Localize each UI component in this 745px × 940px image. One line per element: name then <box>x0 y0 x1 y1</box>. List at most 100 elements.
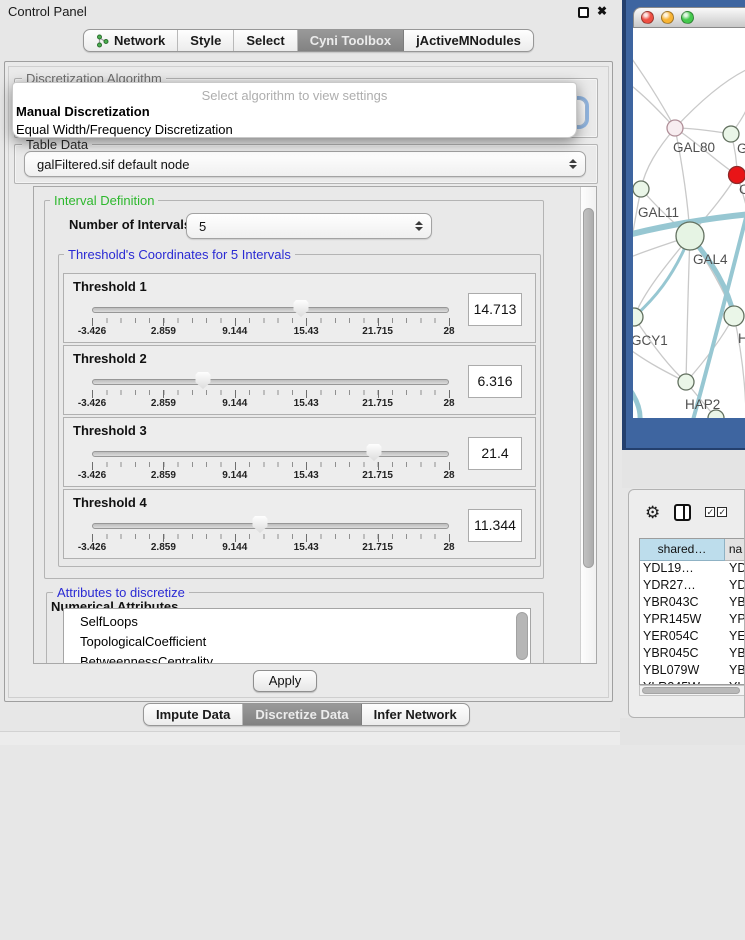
network-graph: GAL80 G C GAL11 GAL4 GCY1 H HAP2 <box>633 28 745 418</box>
tab-infer-network[interactable]: Infer Network <box>362 704 469 725</box>
thresholds-group-title: Threshold's Coordinates for 5 Intervals <box>64 247 295 262</box>
tab-cyni-toolbox[interactable]: Cyni Toolbox <box>298 30 404 51</box>
popup-item-equal-width-frequency[interactable]: Equal Width/Frequency Discretization <box>16 122 566 137</box>
node-label-c: C <box>739 182 745 197</box>
node-g[interactable] <box>723 126 739 142</box>
table-data-group-title: Table Data <box>22 137 92 152</box>
threshold-1-slider-track[interactable] <box>92 307 449 313</box>
combo-arrows-icon <box>414 221 423 231</box>
tab-style[interactable]: Style <box>178 30 234 51</box>
table-row[interactable]: YBL079W YBL0 <box>640 663 745 680</box>
float-window-icon[interactable] <box>578 7 589 18</box>
close-icon[interactable]: ✖ <box>597 4 607 18</box>
network-canvas[interactable]: GAL80 G C GAL11 GAL4 GCY1 H HAP2 <box>633 28 745 418</box>
list-item-topologicalcoefficient[interactable]: TopologicalCoefficient <box>64 632 530 652</box>
node-red-selected[interactable] <box>729 167 745 184</box>
list-item-betweennesscentrality[interactable]: BetweennessCentrality <box>64 652 530 664</box>
control-panel-titlebar: Control Panel ✖ <box>0 0 617 24</box>
table-row[interactable]: YBR043C YBR0 <box>640 595 745 612</box>
threshold-4-title: Threshold 4 <box>73 495 147 510</box>
control-panel-title: Control Panel <box>8 4 87 19</box>
slider-tick-labels: -3.426 2.859 9.144 15.43 21.715 28 <box>92 542 449 554</box>
node-hap2[interactable] <box>678 374 694 390</box>
tab-impute-data[interactable]: Impute Data <box>144 704 243 725</box>
table-data-combobox[interactable]: galFiltered.sif default node <box>24 151 586 177</box>
table-row[interactable]: YBR045C YBR0 <box>640 646 745 663</box>
table-horizontal-scrollbar-thumb[interactable] <box>642 687 740 694</box>
table-row[interactable]: YDL19… YDL1 <box>640 561 745 578</box>
network-icon <box>96 34 109 48</box>
apply-button[interactable]: Apply <box>253 670 317 692</box>
gear-icon[interactable]: ⚙ <box>645 504 660 521</box>
tab-network-label: Network <box>114 33 165 48</box>
threshold-4-slider-handle[interactable] <box>253 516 268 533</box>
settings-scrollbar-track[interactable] <box>580 187 596 663</box>
threshold-1-panel: Threshold 1 -3.426 2.859 9.144 15.43 21.… <box>63 273 536 343</box>
node-gal11[interactable] <box>633 181 649 197</box>
threshold-3-slider-track[interactable] <box>92 451 449 457</box>
checkbox-icons[interactable]: ✓✓ <box>705 507 727 517</box>
settings-scrollbar-thumb[interactable] <box>583 208 594 568</box>
tab-discretize-data[interactable]: Discretize Data <box>243 704 361 725</box>
lower-right-background <box>620 718 745 745</box>
bottom-tab-bar: Impute Data Discretize Data Infer Networ… <box>143 703 470 726</box>
threshold-3-slider-handle[interactable] <box>367 444 382 461</box>
tab-jactivemnodules[interactable]: jActiveMNodules <box>404 30 533 51</box>
column-header-shared-name[interactable]: shared… <box>640 539 725 561</box>
slider-tick-labels: -3.426 2.859 9.144 15.43 21.715 28 <box>92 470 449 482</box>
threshold-2-slider-track[interactable] <box>92 379 449 385</box>
list-item-selfloops[interactable]: SelfLoops <box>64 612 530 632</box>
table-horizontal-scrollbar[interactable] <box>639 685 745 696</box>
popup-item-manual-discretization[interactable]: Manual Discretization <box>16 104 566 119</box>
threshold-1-value-field[interactable]: 14.713 <box>468 293 522 326</box>
columns-icon[interactable] <box>674 504 691 521</box>
table-panel-container: ⚙ ✓✓ shared… na YDL19… YDL1 YDR27… YDR2 … <box>628 489 745 718</box>
checkbox-icon[interactable]: ✓ <box>705 507 715 517</box>
number-of-intervals-label: Number of Intervals <box>69 217 191 232</box>
table-row[interactable]: YER054C YER0 <box>640 629 745 646</box>
close-traffic-light-icon[interactable] <box>641 11 654 24</box>
numerical-attributes-list: SelfLoops TopologicalCoefficient Between… <box>63 608 531 664</box>
threshold-2-value-field[interactable]: 6.316 <box>468 365 522 398</box>
node-h[interactable] <box>724 306 744 326</box>
slider-major-ticks <box>92 534 450 542</box>
zoom-traffic-light-icon[interactable] <box>681 11 694 24</box>
table-row[interactable]: YPR145W YPR1 <box>640 612 745 629</box>
tab-select[interactable]: Select <box>234 30 297 51</box>
slider-major-ticks <box>92 390 450 398</box>
slider-major-ticks <box>92 318 450 326</box>
threshold-3-value-field[interactable]: 21.4 <box>468 437 522 470</box>
threshold-2-slider-handle[interactable] <box>196 372 211 389</box>
checkbox-icon[interactable]: ✓ <box>717 507 727 517</box>
number-of-intervals-value: 5 <box>187 219 414 234</box>
threshold-4-panel: Threshold 4 -3.426 2.859 9.144 15.43 21.… <box>63 489 536 559</box>
attributes-list-scrollbar[interactable] <box>516 612 528 660</box>
node-gal80[interactable] <box>667 120 683 136</box>
node-label-hap2: HAP2 <box>685 397 720 412</box>
combo-arrows-icon <box>568 159 577 169</box>
attributes-group-title: Attributes to discretize <box>53 585 189 600</box>
node-label-h: H <box>738 331 745 346</box>
threshold-4-slider-track[interactable] <box>92 523 449 529</box>
top-tab-bar: Network Style Select Cyni Toolbox jActiv… <box>83 29 534 52</box>
node-gal4[interactable] <box>676 222 704 250</box>
minimize-traffic-light-icon[interactable] <box>661 11 674 24</box>
slider-major-ticks <box>92 462 450 470</box>
threshold-3-panel: Threshold 3 -3.426 2.859 9.144 15.43 21.… <box>63 417 536 487</box>
node-label-g: G <box>737 141 745 156</box>
interval-definition-group-title: Interval Definition <box>50 193 158 208</box>
column-header-name[interactable]: na <box>725 539 745 561</box>
table-row[interactable]: YDR27… YDR2 <box>640 578 745 595</box>
tab-network[interactable]: Network <box>84 30 178 51</box>
threshold-1-slider-handle[interactable] <box>294 300 309 317</box>
network-window-titlebar[interactable] <box>633 7 745 28</box>
threshold-2-panel: Threshold 2 -3.426 2.859 9.144 15.43 21.… <box>63 345 536 415</box>
table-data-combobox-value: galFiltered.sif default node <box>25 157 568 172</box>
number-of-intervals-combobox[interactable]: 5 <box>186 213 432 239</box>
settings-scrollpane: Interval Definition Number of Intervals … <box>33 186 597 664</box>
table-panel-toolbar: ⚙ ✓✓ <box>629 490 744 534</box>
node-label-gal80: GAL80 <box>673 140 715 155</box>
node-label-gcy1: GCY1 <box>633 333 668 348</box>
threshold-4-value-field[interactable]: 11.344 <box>468 509 522 542</box>
table-header-row: shared… na <box>640 539 745 561</box>
